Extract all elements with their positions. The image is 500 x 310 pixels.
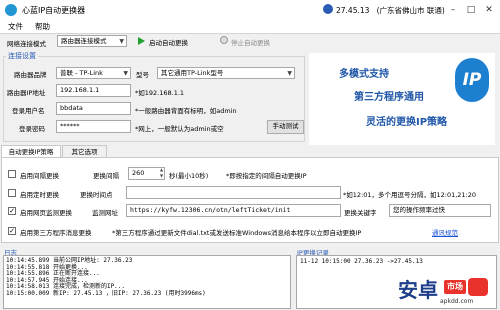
username-hint: *一般路由器背面有标明，如admin	[135, 107, 237, 115]
timed-check-label: 启用定时更换	[20, 191, 59, 199]
password-hint: *网上，一般默认为admin或空	[135, 125, 224, 133]
log-box[interactable]: 10:14:45.899 当前公网IP地址: 27.36.23 10:14:55…	[3, 255, 291, 309]
manual-test-button[interactable]: 手动测试	[267, 120, 304, 134]
monitor-check-label: 启用网页监测更换	[20, 209, 72, 217]
watermark-badge: 市场	[444, 280, 466, 294]
status-ip: 27.45.13 (广东省佛山市 联通)	[336, 6, 445, 15]
start-button[interactable]: 启动自动更换	[149, 37, 188, 47]
third-party-check-label: 启用第三方程序消息更换	[20, 229, 92, 237]
window-title: 心蓝IP自动更换器	[22, 6, 86, 15]
monitor-url-input[interactable]: https://kyfw.12306.cn/otn/leftTicket/ini…	[126, 204, 341, 217]
mode-select[interactable]: 路由器连接模式 ▼	[57, 35, 127, 47]
timed-checkbox[interactable]	[8, 189, 16, 197]
app-icon	[5, 4, 17, 16]
banner-line-2: 第三方程序通用	[354, 92, 424, 103]
timed-label: 更换时间点	[80, 191, 113, 199]
log-line: 10:15:00.009 新IP: 27.45.13 ，旧IP: 27.36.2…	[6, 289, 206, 297]
interval-hint: *即按指定的间隔自动更换IP	[226, 172, 307, 180]
router-ip-hint: *如192.168.1.1	[135, 89, 185, 97]
connection-group-title: 连接设置	[6, 51, 38, 61]
monitor-url-label: 监测网址	[92, 209, 118, 217]
interval-check-label: 启用间隔更换	[20, 172, 59, 180]
interval-label: 更换间隔	[93, 172, 119, 180]
chevron-down-icon: ▼	[123, 70, 128, 77]
timed-hint: *如12:01，多个用逗号分隔，如12:01,21:20	[343, 191, 477, 199]
password-label: 登录密码	[19, 125, 45, 133]
banner-line-3: 灵活的更换IP策略	[366, 117, 448, 128]
brand-label: 路由器品牌	[14, 71, 47, 79]
minimize-button[interactable]: –	[446, 3, 460, 17]
timed-input[interactable]	[126, 186, 341, 199]
router-ip-input[interactable]: 192.168.1.1	[56, 84, 131, 97]
history-line: 11-12 10:15:00 27.36.23 ->27.45.13	[300, 258, 423, 265]
chevron-down-icon: ▼	[119, 38, 124, 45]
menu-bar	[0, 20, 500, 33]
model-label: 型号	[136, 71, 149, 79]
interval-unit: 秒(最小10秒)	[169, 172, 209, 180]
monitor-checkbox[interactable]: ✓	[8, 207, 16, 215]
mode-label: 网络连接模式	[7, 40, 46, 48]
keyword-input[interactable]: 您的操作频率过快	[389, 204, 491, 217]
maximize-button[interactable]: □	[464, 3, 478, 17]
stop-icon	[220, 36, 228, 44]
toolbar-divider	[0, 33, 500, 34]
username-label: 登录用户名	[12, 107, 45, 115]
watermark-text: 安卓	[398, 278, 438, 302]
globe-icon	[323, 4, 333, 14]
play-icon[interactable]	[138, 37, 145, 45]
interval-checkbox[interactable]	[8, 170, 16, 178]
username-input[interactable]: bbdata	[56, 102, 131, 115]
chevron-down-icon: ▼	[287, 70, 292, 77]
close-button[interactable]: ✕	[482, 3, 496, 17]
ip-logo-icon: IP	[455, 58, 489, 102]
interval-spinner[interactable]: ▲ ▼	[158, 167, 165, 180]
model-select[interactable]: 其它通用TP-Link型号 ▼	[157, 67, 295, 79]
menu-file[interactable]: 文件	[8, 20, 23, 33]
protocol-link[interactable]: 通讯规范	[432, 227, 458, 237]
password-input[interactable]: ******	[56, 120, 131, 133]
third-party-hint: *第三方程序通过更新文件dial.txt或发送标准Windows消息给本程序以立…	[112, 229, 362, 237]
watermark-domain: apkdd.com	[440, 298, 474, 305]
brand-select[interactable]: 普联 - TP-Link ▼	[56, 67, 131, 79]
stop-button[interactable]: 停止自动更换	[231, 37, 270, 47]
banner-line-1: 多模式支持	[339, 69, 389, 80]
menu-help[interactable]: 帮助	[35, 20, 50, 33]
router-ip-label: 路由器IP地址	[7, 89, 46, 97]
android-logo-icon	[468, 278, 488, 296]
keyword-label: 更换关键字	[344, 209, 377, 217]
third-party-checkbox[interactable]: ✓	[8, 227, 16, 235]
